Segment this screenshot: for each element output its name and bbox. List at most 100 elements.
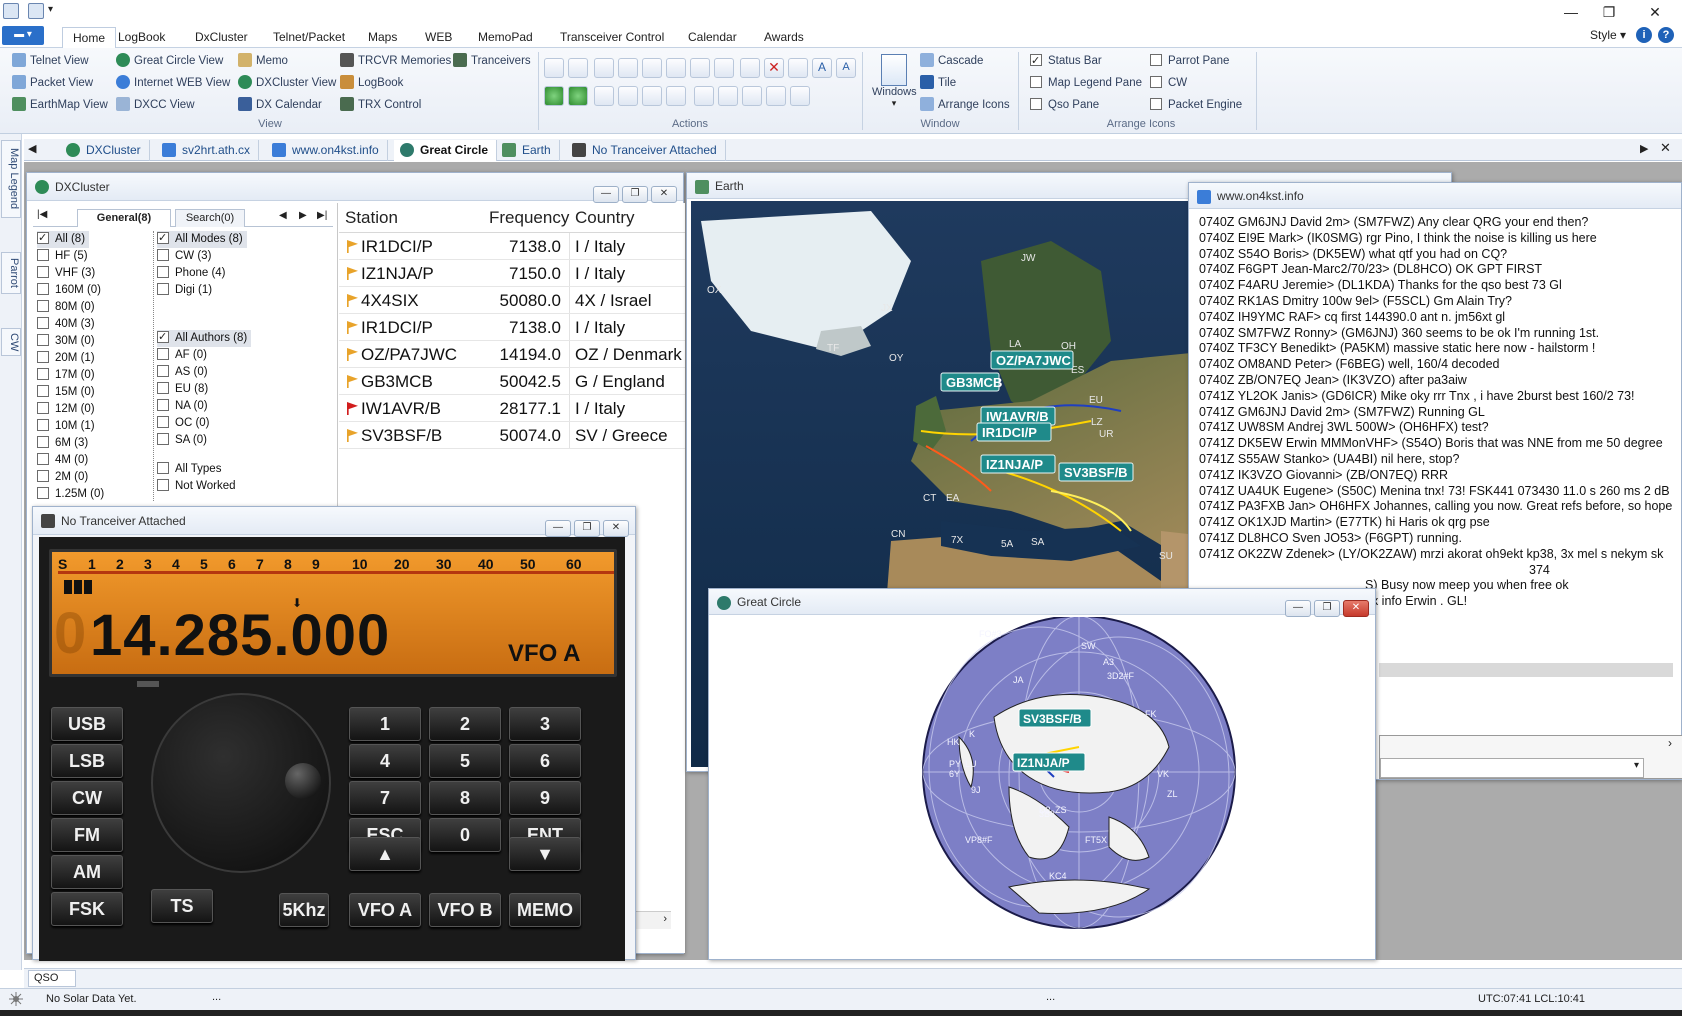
spot-row[interactable]: IW1AVR/B 28177.1 I / Italy: [339, 395, 685, 422]
prev-icon[interactable]: ◀: [279, 210, 287, 221]
qso-tab[interactable]: QSO: [28, 970, 76, 987]
dxcluster-titlebar[interactable]: DXCluster — ❐ ✕: [27, 173, 683, 203]
info-icon[interactable]: i: [1636, 27, 1652, 43]
tab-scroll-left-icon[interactable]: ◀: [28, 142, 36, 155]
lsb-mode-button[interactable]: LSB: [51, 744, 123, 778]
close-button[interactable]: ✕: [603, 520, 629, 537]
author-filter-item[interactable]: All Authors (8): [157, 329, 297, 347]
mode-filter-item[interactable]: CW (3): [157, 248, 297, 265]
page-icon[interactable]: [594, 86, 614, 106]
internet-web-view-button[interactable]: Internet WEB View: [116, 74, 230, 92]
map-spot-label[interactable]: OZ/PA7JWC: [990, 350, 1074, 370]
checkbox-icon[interactable]: [37, 436, 49, 448]
keypad-key-5[interactable]: 5: [429, 744, 501, 778]
telnet-view-button[interactable]: Telnet View: [12, 52, 108, 70]
new-icon[interactable]: [740, 58, 760, 78]
spot-row[interactable]: OZ/PA7JWC 14194.0 OZ / Denmark: [339, 341, 685, 368]
chat-dropdown[interactable]: ▾: [1380, 758, 1644, 778]
last-icon[interactable]: ▶|: [317, 210, 327, 221]
home-icon[interactable]: [642, 86, 662, 106]
mode-filter-item[interactable]: Phone (4): [157, 265, 297, 282]
minimize-button[interactable]: —: [545, 520, 571, 537]
checkbox-icon[interactable]: [37, 249, 49, 261]
mode-filter-item[interactable]: All Modes (8): [157, 230, 297, 248]
settings-icon[interactable]: [790, 86, 810, 106]
author-filter-item[interactable]: OC (0): [157, 415, 297, 432]
band-filter-item[interactable]: 30M (0): [37, 333, 137, 350]
help-icon[interactable]: ?: [1658, 27, 1674, 43]
vfo-b-button[interactable]: VFO B: [429, 893, 501, 927]
spot-row[interactable]: 4X4SIX 50080.0 4X / Israel: [339, 287, 685, 314]
fit-icon[interactable]: [690, 58, 710, 78]
spot-row[interactable]: IR1DCI/P 7138.0 I / Italy: [339, 233, 685, 260]
refresh-icon[interactable]: [618, 86, 638, 106]
cw-checkbox[interactable]: CW: [1150, 74, 1242, 92]
packet-view-button[interactable]: Packet View: [12, 74, 108, 92]
checkbox-icon[interactable]: [37, 317, 49, 329]
gc-spot-label[interactable]: IZ1NJA/P: [1012, 752, 1086, 772]
tile-button[interactable]: Tile: [920, 74, 1010, 92]
font-smaller-icon[interactable]: A: [836, 58, 856, 78]
5khz-button[interactable]: 5Khz: [279, 893, 329, 927]
tab-general[interactable]: General(8): [77, 209, 171, 227]
band-filter-item[interactable]: 1.25M (0): [37, 486, 137, 501]
checkbox-icon[interactable]: [157, 365, 169, 377]
usb-mode-button[interactable]: USB: [51, 707, 123, 741]
maximize-button[interactable]: ❐: [574, 520, 600, 537]
checkbox-icon[interactable]: [37, 368, 49, 380]
checkbox-icon[interactable]: [37, 470, 49, 482]
ribbon-tab-telnet-packet[interactable]: Telnet/Packet: [263, 27, 355, 48]
col-frequency[interactable]: Frequency: [489, 203, 569, 233]
sync-icon[interactable]: [694, 86, 714, 106]
memo-button[interactable]: Memo: [238, 52, 336, 70]
spot-row[interactable]: GB3MCB 50042.5 G / England: [339, 368, 685, 395]
author-filter-item[interactable]: EU (8): [157, 381, 297, 398]
checkbox-icon[interactable]: [37, 300, 49, 312]
checkbox-icon[interactable]: [157, 382, 169, 394]
dx-calendar-button[interactable]: DX Calendar: [238, 96, 336, 114]
font-larger-icon[interactable]: A: [812, 58, 832, 78]
author-filter-item[interactable]: SA (0): [157, 432, 297, 449]
keypad-key-0[interactable]: 0: [429, 818, 501, 852]
next-icon[interactable]: ▶: [299, 210, 307, 221]
delete-icon[interactable]: ✕: [764, 58, 784, 78]
logbook-button[interactable]: LogBook: [340, 74, 451, 92]
keypad-key-4[interactable]: 4: [349, 744, 421, 778]
up-arrow-button[interactable]: ▲: [349, 837, 421, 871]
ribbon-tab-transceiver-control[interactable]: Transceiver Control: [550, 27, 674, 48]
print-icon[interactable]: [28, 3, 44, 19]
am-mode-button[interactable]: AM: [51, 855, 123, 889]
keypad-key-8[interactable]: 8: [429, 781, 501, 815]
transceiver-titlebar[interactable]: No Tranceiver Attached — ❐ ✕: [33, 507, 635, 537]
cw-mode-button[interactable]: CW: [51, 781, 123, 815]
map-spot-label[interactable]: GB3MCB: [940, 372, 1002, 392]
checkbox-icon[interactable]: [157, 329, 169, 346]
action-connect-icon[interactable]: [544, 58, 564, 78]
keypad-key-3[interactable]: 3: [509, 707, 581, 741]
down-arrow-button[interactable]: ▼: [509, 837, 581, 871]
map-spot-label[interactable]: IW1AVR/B: [980, 406, 1056, 426]
favorite-icon[interactable]: [666, 86, 686, 106]
cascade-button[interactable]: Cascade: [920, 52, 1010, 70]
packet-engine-checkbox[interactable]: Packet Engine: [1150, 96, 1242, 114]
app-icon[interactable]: [3, 3, 19, 19]
minimize-button[interactable]: —: [593, 186, 619, 203]
ribbon-tab-awards[interactable]: Awards: [754, 27, 814, 48]
checkbox-icon[interactable]: [37, 385, 49, 397]
dxcluster-view-button[interactable]: DXCluster View: [238, 74, 336, 92]
checkbox-icon[interactable]: [157, 462, 169, 474]
action-disconnect-icon[interactable]: [568, 58, 588, 78]
ribbon-tab-web[interactable]: WEB: [415, 27, 462, 48]
restore-button[interactable]: ❐: [1586, 0, 1632, 24]
checkbox-icon[interactable]: [157, 399, 169, 411]
vfo-a-button[interactable]: VFO A: [349, 893, 421, 927]
keypad-key-7[interactable]: 7: [349, 781, 421, 815]
close-button[interactable]: ✕: [1343, 600, 1369, 617]
doc-tab-earth[interactable]: Earth: [496, 140, 560, 161]
band-filter-item[interactable]: 2M (0): [37, 469, 137, 486]
scroll-right-icon[interactable]: ›: [663, 913, 667, 925]
spot-row[interactable]: IR1DCI/P 7138.0 I / Italy: [339, 314, 685, 341]
tab-search[interactable]: Search(0): [175, 209, 245, 227]
earthmap-view-button[interactable]: EarthMap View: [12, 96, 108, 114]
type-filter-item[interactable]: All Types: [157, 461, 297, 478]
